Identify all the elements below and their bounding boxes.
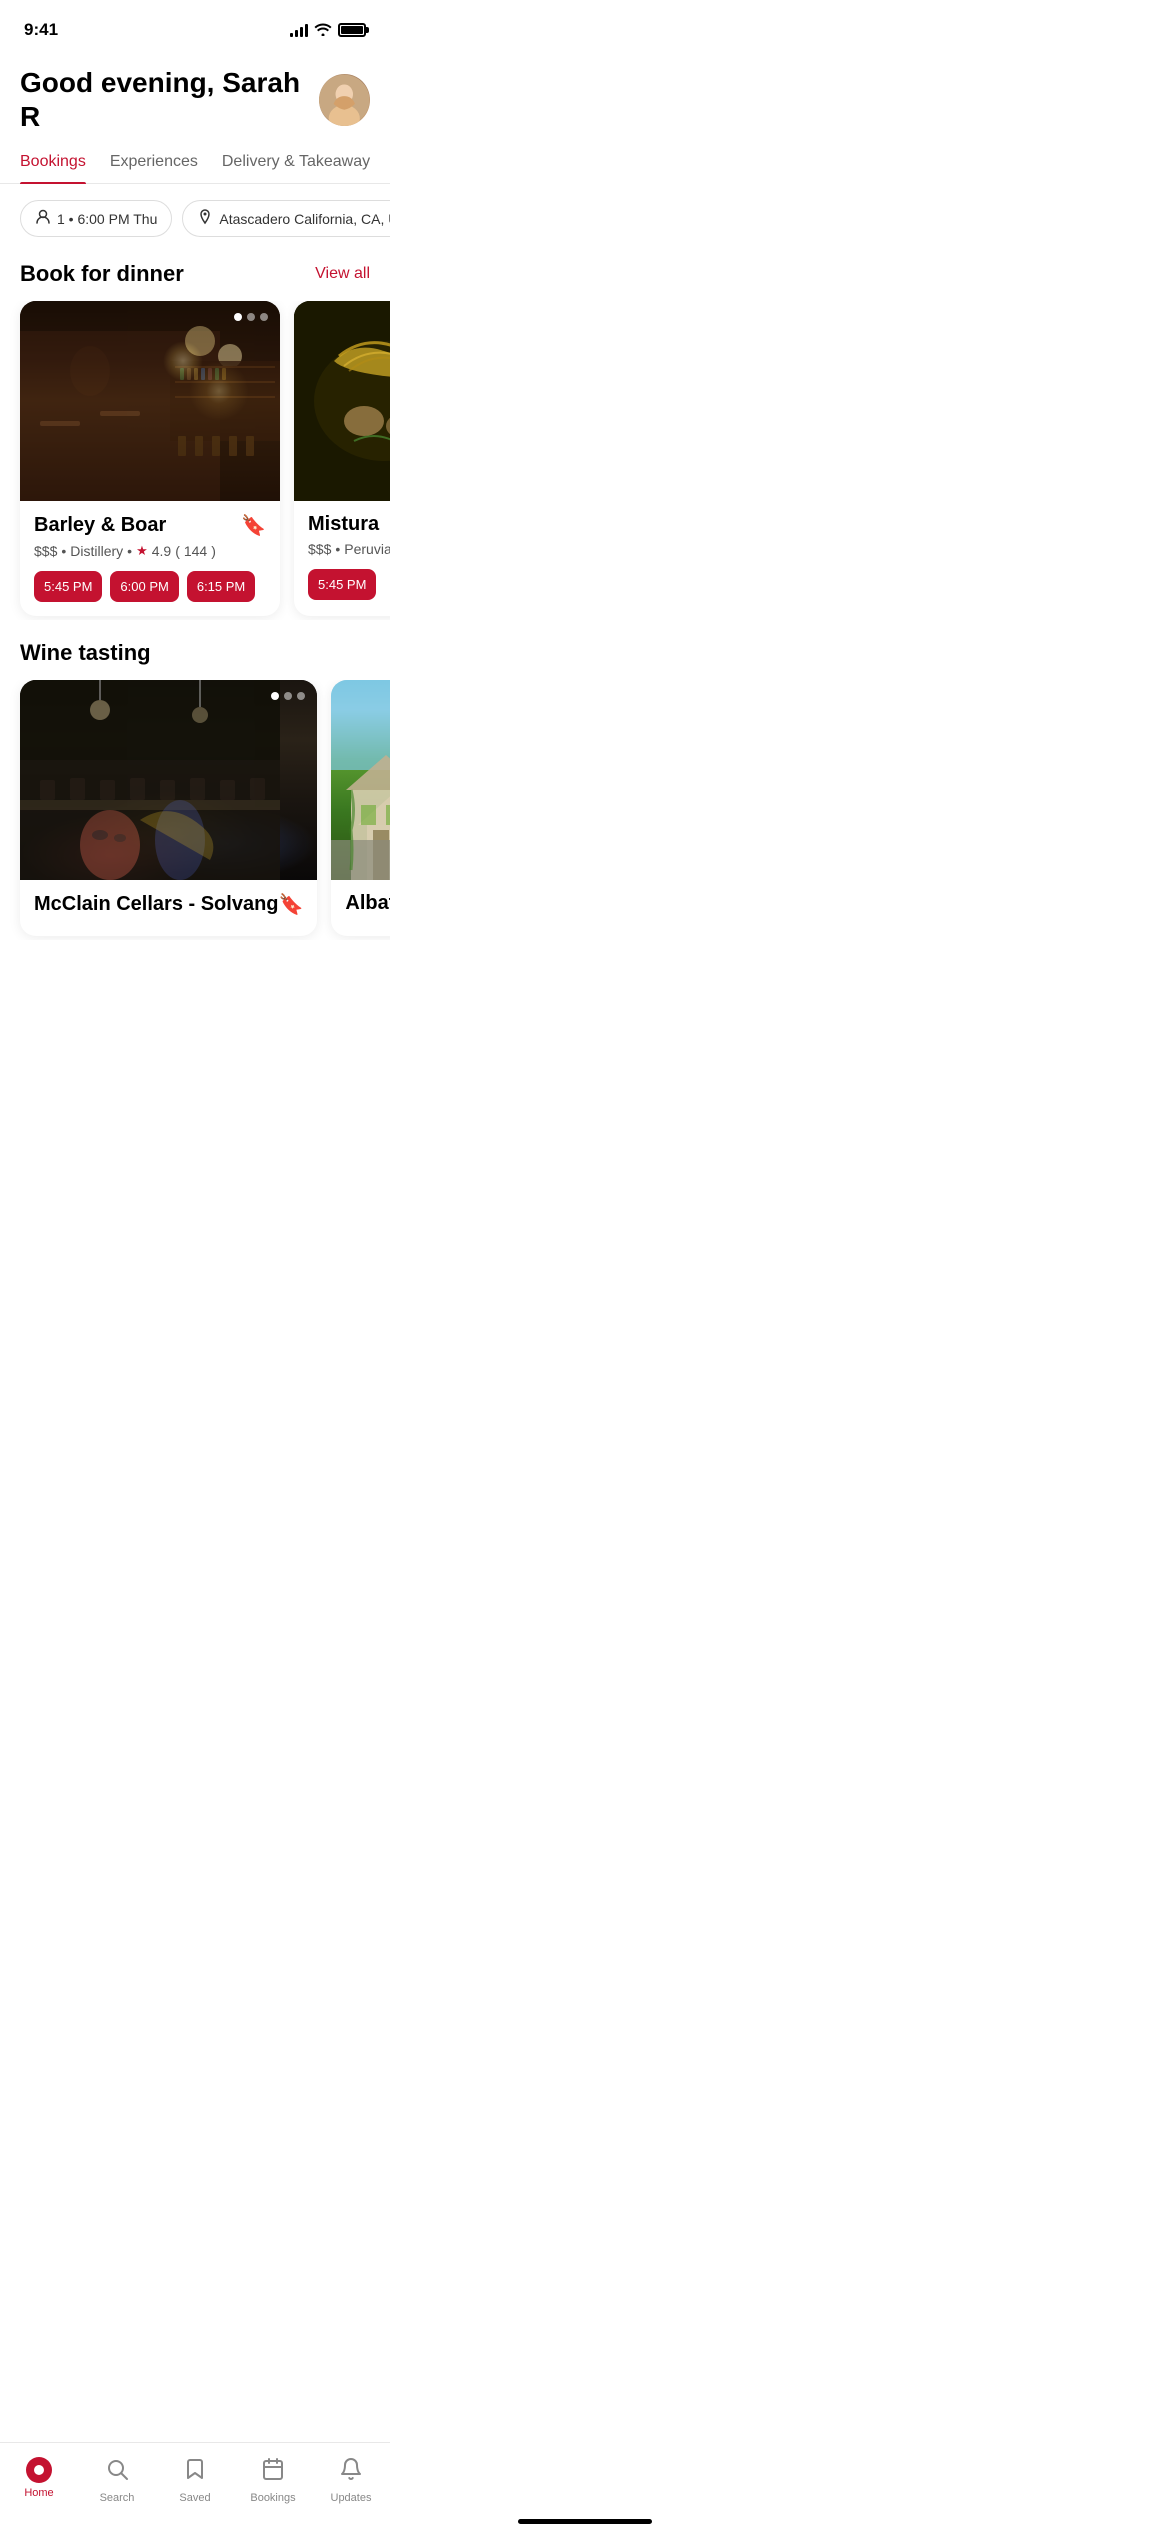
nav-home[interactable]: Home: [0, 2453, 78, 2508]
nav-updates-label: Updates: [331, 2492, 372, 2504]
mcclain-name: McClain Cellars - Solvang: [34, 893, 279, 916]
status-icons: [290, 22, 366, 39]
location-filter-label: Atascadero California, CA, United St...: [219, 211, 390, 227]
mistura-image: [294, 301, 390, 501]
home-icon: [26, 2457, 52, 2483]
saved-icon: [183, 2457, 207, 2488]
bookings-icon: [261, 2457, 285, 2488]
header: Good evening, Sarah R: [0, 54, 390, 141]
nav-search[interactable]: Search: [78, 2453, 156, 2508]
barley-boar-name-row: Barley & Boar 🔖: [34, 513, 266, 538]
barley-boar-dots: [234, 313, 268, 321]
tab-delivery[interactable]: Delivery & Takeaway: [222, 145, 370, 183]
nav-bookings[interactable]: Bookings: [234, 2453, 312, 2508]
star-icon: ★: [136, 543, 148, 559]
mistura-times: 5:45 PM: [308, 569, 390, 600]
mcclain-body: McClain Cellars - Solvang 🔖: [20, 880, 317, 936]
albatross-name: Albatross Rid...: [345, 892, 390, 915]
restaurant-card-albatross[interactable]: Albatross Rid...: [331, 680, 390, 936]
dot-2: [247, 313, 255, 321]
restaurant-card-mistura[interactable]: Mistura $$$ • Peruvian • 5:45 PM: [294, 301, 390, 616]
mcclain-name-row: McClain Cellars - Solvang 🔖: [34, 892, 303, 917]
dinner-section: Book for dinner View all: [0, 253, 390, 620]
location-filter[interactable]: Atascadero California, CA, United St...: [182, 200, 390, 237]
mistura-price: $$$: [308, 541, 331, 557]
barley-boar-name: Barley & Boar: [34, 514, 166, 537]
wine-section-header: Wine tasting: [20, 640, 370, 666]
dot-3: [260, 313, 268, 321]
person-icon: [35, 209, 51, 228]
updates-icon: [339, 2457, 363, 2488]
wine-cards-row: McClain Cellars - Solvang 🔖: [0, 680, 390, 940]
mcclain-dots: [271, 692, 305, 700]
nav-bookings-label: Bookings: [250, 2492, 295, 2504]
dinner-section-title: Book for dinner: [20, 261, 184, 287]
signal-icon: [290, 23, 308, 37]
dinner-view-all[interactable]: View all: [315, 265, 370, 283]
battery-icon: [338, 23, 366, 37]
wine-section-title: Wine tasting: [20, 640, 151, 666]
time-slot-600[interactable]: 6:00 PM: [110, 571, 178, 602]
barley-boar-rating: 4.9: [152, 543, 171, 559]
time-slot-545[interactable]: 5:45 PM: [34, 571, 102, 602]
mistura-name: Mistura: [308, 513, 379, 536]
dot-3: [297, 692, 305, 700]
dot-2: [284, 692, 292, 700]
barley-boar-price: $$$: [34, 543, 57, 559]
mistura-type: Peruvian: [344, 541, 390, 557]
albatross-body: Albatross Rid...: [331, 880, 390, 934]
greeting-text: Good evening, Sarah R: [20, 66, 319, 133]
barley-boar-image: [20, 301, 280, 501]
barley-boar-body: Barley & Boar 🔖 $$$ • Distillery • ★ 4.9…: [20, 501, 280, 616]
status-bar: 9:41: [0, 0, 390, 54]
albatross-image: [331, 680, 390, 880]
nav-saved[interactable]: Saved: [156, 2453, 234, 2508]
guests-filter[interactable]: 1 • 6:00 PM Thu: [20, 200, 172, 237]
tab-bookings[interactable]: Bookings: [20, 145, 86, 183]
nav-updates[interactable]: Updates: [312, 2453, 390, 2508]
barley-boar-times: 5:45 PM 6:00 PM 6:15 PM: [34, 571, 266, 602]
home-indicator: [518, 2519, 652, 2524]
time-slot-615[interactable]: 6:15 PM: [187, 571, 255, 602]
nav-search-label: Search: [100, 2492, 135, 2504]
barley-boar-reviews: 144: [184, 543, 207, 559]
guests-filter-label: 1 • 6:00 PM Thu: [57, 211, 157, 227]
mistura-name-row: Mistura: [308, 513, 390, 536]
wifi-icon: [314, 22, 332, 39]
avatar[interactable]: [319, 74, 370, 126]
mcclain-bookmark[interactable]: 🔖: [279, 892, 304, 917]
nav-saved-label: Saved: [179, 2492, 210, 2504]
mistura-meta: $$$ • Peruvian •: [308, 541, 390, 557]
bottom-nav: Home Search Saved: [0, 2442, 390, 2532]
search-icon: [105, 2457, 129, 2488]
dinner-section-header: Book for dinner View all: [20, 261, 370, 287]
tab-experiences[interactable]: Experiences: [110, 145, 198, 183]
nav-home-label: Home: [24, 2487, 53, 2499]
dinner-cards-row: Barley & Boar 🔖 $$$ • Distillery • ★ 4.9…: [0, 301, 390, 620]
dot-1: [234, 313, 242, 321]
mistura-time-545[interactable]: 5:45 PM: [308, 569, 376, 600]
restaurant-card-barley-boar[interactable]: Barley & Boar 🔖 $$$ • Distillery • ★ 4.9…: [20, 301, 280, 616]
mistura-body: Mistura $$$ • Peruvian • 5:45 PM: [294, 501, 390, 614]
barley-boar-type: Distillery: [70, 543, 123, 559]
filter-row: 1 • 6:00 PM Thu Atascadero California, C…: [0, 184, 390, 253]
albatross-name-row: Albatross Rid...: [345, 892, 390, 915]
status-time: 9:41: [24, 20, 58, 40]
location-icon: [197, 209, 213, 228]
mcclain-image: [20, 680, 317, 880]
restaurant-card-mcclain[interactable]: McClain Cellars - Solvang 🔖: [20, 680, 317, 936]
dot-1: [271, 692, 279, 700]
main-tabs: Bookings Experiences Delivery & Takeaway: [0, 141, 390, 184]
barley-boar-meta: $$$ • Distillery • ★ 4.9 (144): [34, 543, 266, 559]
barley-boar-bookmark[interactable]: 🔖: [241, 513, 266, 538]
wine-tasting-section: Wine tasting: [0, 620, 390, 940]
